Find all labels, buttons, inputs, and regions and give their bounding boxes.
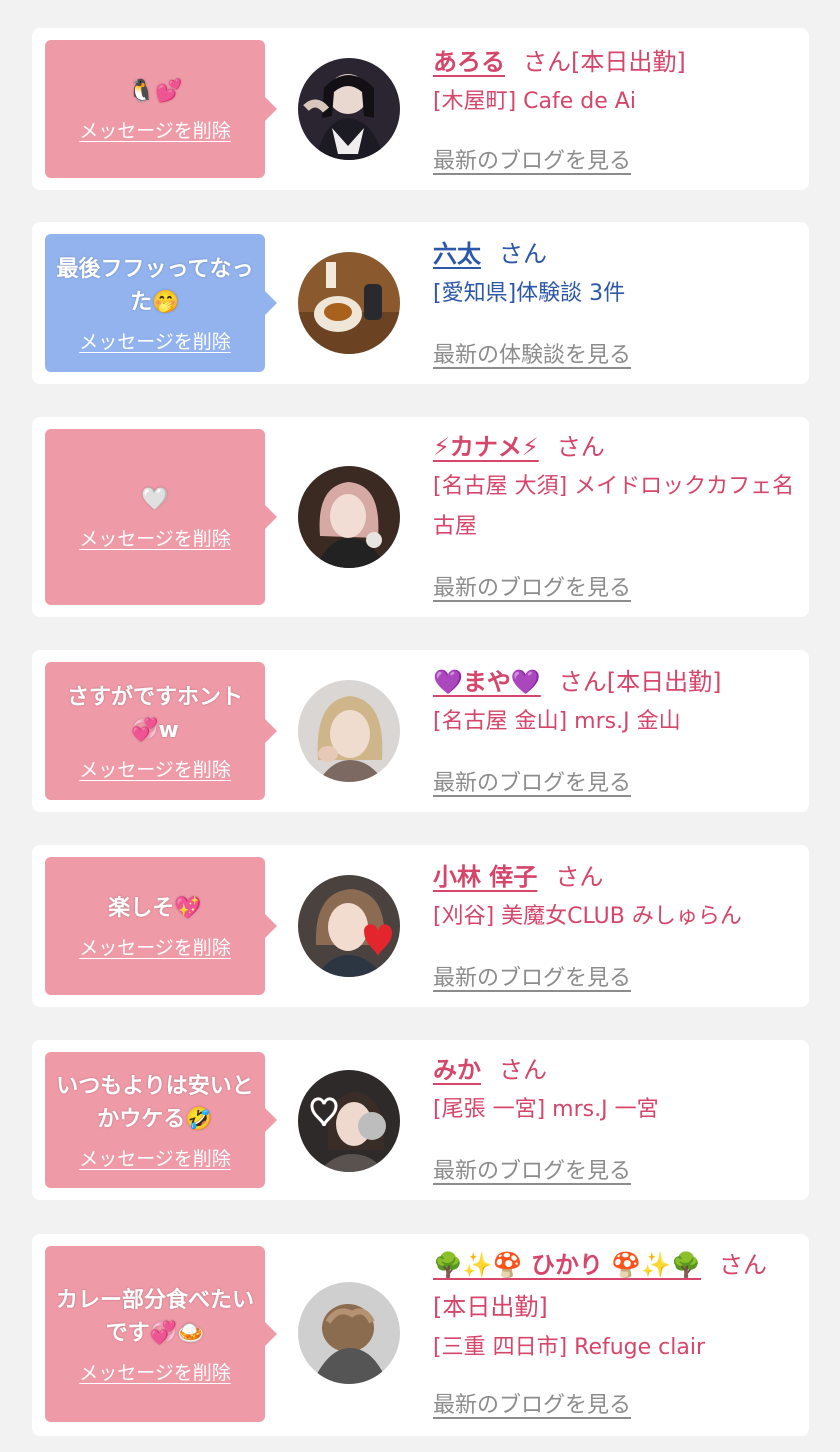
message-bubble: カレー部分食べたいです💞🍛 メッセージを削除 xyxy=(45,1246,277,1422)
sender-info: ⚡カナメ⚡ さん [名古屋 大須] メイドロックカフェ名古屋 xyxy=(433,427,795,547)
delete-message-link[interactable]: メッセージを削除 xyxy=(79,524,231,551)
message-bubble: いつもよりは安いとかウケる🤣 メッセージを削除 xyxy=(45,1052,277,1188)
shop-name: [愛知県]体験談 3件 xyxy=(433,281,626,306)
message-text: 🤍 xyxy=(141,487,169,512)
girl-photo-avatar[interactable] xyxy=(298,1282,400,1384)
message-card: さすがですホント💞w メッセージを削除 💜まや💜 さん[本日出勤] [名古屋 金山… xyxy=(32,650,809,812)
latest-blog-link[interactable]: 最新のブログを見る xyxy=(433,1153,631,1185)
sender-name-link[interactable]: 🌳✨🍄 ひかり 🍄✨🌳 xyxy=(433,1251,701,1279)
delete-message-link[interactable]: メッセージを削除 xyxy=(79,755,231,782)
sender-info: 小林 倖子 さん [刈谷] 美魔女CLUB みしゅらん xyxy=(433,857,795,937)
sender-info: 六太 さん [愛知県]体験談 3件 xyxy=(433,234,795,314)
latest-blog-link[interactable]: 最新のブログを見る xyxy=(433,765,631,797)
sender-status: さん[本日出勤] xyxy=(523,48,686,76)
message-text: 🐧💕 xyxy=(127,79,183,104)
shop-name: [名古屋 大須] メイドロックカフェ名古屋 xyxy=(433,474,795,539)
latest-blog-link[interactable]: 最新のブログを見る xyxy=(433,570,631,602)
delete-message-link[interactable]: メッセージを削除 xyxy=(79,1144,231,1171)
message-card: カレー部分食べたいです💞🍛 メッセージを削除 🌳✨🍄 ひかり 🍄✨🌳 さん[本日出… xyxy=(32,1234,809,1436)
message-text: 楽しそ💖 xyxy=(108,896,202,921)
sender-name-link[interactable]: 六太 xyxy=(433,240,481,268)
message-bubble: 🤍 メッセージを削除 xyxy=(45,429,277,605)
shop-name: [木屋町] Cafe de Ai xyxy=(433,89,636,114)
sender-status: さん xyxy=(556,433,605,461)
shop-name: [刈谷] 美魔女CLUB みしゅらん xyxy=(433,904,742,929)
message-card: 楽しそ💖 メッセージを削除 小林 倖子 さん [刈谷] 美魔女CLUB みしゅらん… xyxy=(32,845,809,1007)
sender-name-link[interactable]: 小林 倖子 xyxy=(433,863,537,891)
shop-name: [尾張 一宮] mrs.J 一宮 xyxy=(433,1097,659,1122)
girl-photo-avatar[interactable] xyxy=(298,58,400,160)
delete-message-link[interactable]: メッセージを削除 xyxy=(79,327,231,354)
message-text: さすがですホント💞w xyxy=(66,684,243,743)
message-card: 最後フフッってなった🤭 メッセージを削除 六太 さん [愛知県]体験談 3件 最新… xyxy=(32,222,809,384)
message-text: 最後フフッってなった🤭 xyxy=(56,256,254,315)
latest-blog-link[interactable]: 最新のブログを見る xyxy=(433,1387,631,1419)
delete-message-link[interactable]: メッセージを削除 xyxy=(79,116,231,143)
sender-name-link[interactable]: ⚡カナメ⚡ xyxy=(433,433,539,461)
sender-info: 💜まや💜 さん[本日出勤] [名古屋 金山] mrs.J 金山 xyxy=(433,662,795,742)
message-card: 🐧💕 メッセージを削除 あろる さん[本日出勤] [木屋町] Cafe de Ai… xyxy=(32,28,809,190)
sender-status: さん xyxy=(499,1056,547,1084)
delete-message-link[interactable]: メッセージを削除 xyxy=(79,933,231,960)
girl-photo-avatar[interactable] xyxy=(298,466,400,568)
sender-status: さん[本日出勤] xyxy=(558,668,722,696)
sender-name-link[interactable]: 💜まや💜 xyxy=(433,668,541,696)
latest-review-link[interactable]: 最新の体験談を見る xyxy=(433,337,631,369)
message-bubble: 🐧💕 メッセージを削除 xyxy=(45,40,277,178)
sender-status: さん xyxy=(555,863,604,891)
message-bubble: さすがですホント💞w メッセージを削除 xyxy=(45,662,277,800)
sender-info: みか さん [尾張 一宮] mrs.J 一宮 xyxy=(433,1050,795,1130)
message-text: いつもよりは安いとかウケる🤣 xyxy=(56,1073,254,1132)
message-card: いつもよりは安いとかウケる🤣 メッセージを削除 みか さん [尾張 一宮] mrs… xyxy=(32,1040,809,1200)
message-bubble: 楽しそ💖 メッセージを削除 xyxy=(45,857,277,995)
sender-status: さん xyxy=(499,240,547,268)
girl-photo-avatar[interactable] xyxy=(298,1070,400,1172)
message-text: カレー部分食べたいです💞🍛 xyxy=(55,1287,254,1346)
sender-info: あろる さん[本日出勤] [木屋町] Cafe de Ai xyxy=(433,42,795,122)
latest-blog-link[interactable]: 最新のブログを見る xyxy=(433,960,631,992)
sender-name-link[interactable]: あろる xyxy=(433,48,505,76)
girl-photo-avatar[interactable] xyxy=(298,875,400,977)
sender-name-link[interactable]: みか xyxy=(433,1056,481,1084)
latest-blog-link[interactable]: 最新のブログを見る xyxy=(433,143,631,175)
message-card: 🤍 メッセージを削除 ⚡カナメ⚡ さん [名古屋 大須] メイドロックカフェ名古屋… xyxy=(32,417,809,617)
sender-info: 🌳✨🍄 ひかり 🍄✨🌳 さん[本日出勤] [三重 四日市] Refuge clai… xyxy=(433,1244,795,1368)
delete-message-link[interactable]: メッセージを削除 xyxy=(79,1358,231,1385)
shop-name: [三重 四日市] Refuge clair xyxy=(433,1335,706,1360)
shop-name: [名古屋 金山] mrs.J 金山 xyxy=(433,709,681,734)
girl-photo-avatar[interactable] xyxy=(298,680,400,782)
message-bubble: 最後フフッってなった🤭 メッセージを削除 xyxy=(45,234,277,372)
food-photo-avatar[interactable] xyxy=(298,252,400,354)
